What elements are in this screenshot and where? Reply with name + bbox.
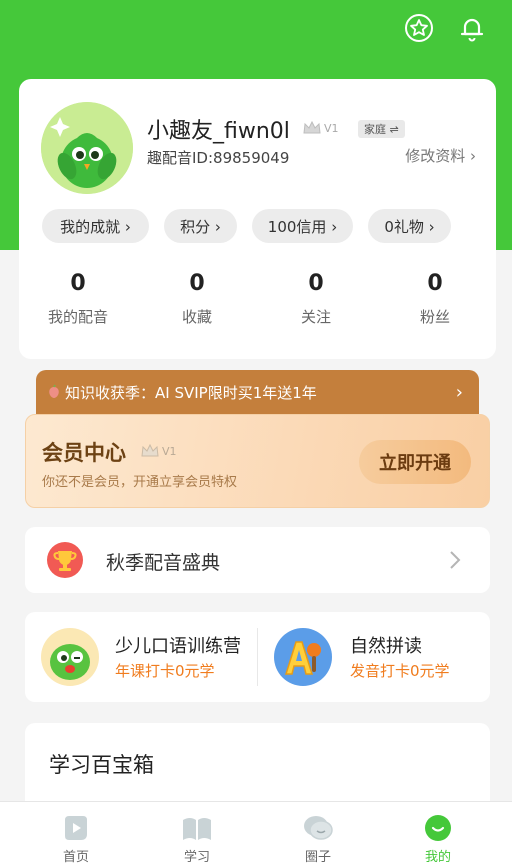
stat-label: 我的配音 — [47, 308, 108, 326]
toolbox-title: 学习百宝箱 — [49, 753, 154, 777]
stat-value: 0 — [189, 271, 205, 296]
family-switch[interactable]: 家庭 ⇌ — [358, 120, 405, 138]
stat-label: 收藏 — [181, 308, 212, 326]
chevron-right-icon — [450, 551, 461, 569]
nav-label: 我的 — [424, 850, 451, 865]
peach-icon — [49, 384, 59, 398]
stat-value: 0 — [427, 271, 443, 296]
course-title: 少儿口语训练营 — [115, 636, 241, 657]
nav-label: 首页 — [62, 850, 89, 865]
stat-label: 关注 — [300, 308, 331, 326]
member-vip-text: V1 — [162, 444, 177, 458]
course-kids-speaking[interactable]: 少儿口语训练营 年课打卡0元学 — [25, 612, 257, 702]
user-id: 趣配音ID:89859049 — [147, 149, 290, 167]
promo-banner[interactable]: 知识收获季：AI SVIP限时买1年送1年 › — [36, 370, 479, 414]
course-subtitle: 发音打卡0元学 — [350, 662, 450, 680]
credit-pill[interactable]: 100信用 › — [252, 209, 353, 243]
nav-label: 学习 — [183, 850, 210, 865]
member-subtitle: 你还不是会员，开通立享会员特权 — [42, 475, 238, 490]
trophy-icon — [47, 542, 83, 578]
notifications-button[interactable] — [456, 12, 488, 44]
member-title: 会员中心 — [42, 437, 126, 467]
courses-card: 少儿口语训练营 年课打卡0元学 自然拼读 发音打卡0元学 — [25, 612, 490, 702]
member-title-text: 会员中心 — [42, 441, 126, 465]
bell-icon — [460, 18, 484, 42]
bottom-navigation: 首页 学习 圈子 我的 — [0, 801, 512, 867]
letter-a-microphone-icon — [274, 628, 332, 686]
crown-icon — [303, 120, 321, 134]
chat-bubble-icon — [304, 816, 333, 840]
points-pill[interactable]: 积分 › — [164, 209, 237, 243]
edit-profile-link[interactable]: 修改资料 › — [405, 145, 476, 166]
nav-study[interactable]: 学习 — [167, 814, 227, 865]
nav-circle[interactable]: 圈子 — [288, 814, 348, 865]
stat-dubbing[interactable]: 0 我的配音 — [23, 271, 133, 327]
course-title: 自然拼读 — [350, 636, 422, 657]
play-icon — [65, 816, 87, 840]
bird-mascot-icon — [41, 628, 99, 686]
crown-icon — [141, 443, 159, 457]
course-phonics[interactable]: 自然拼读 发音打卡0元学 — [258, 612, 490, 702]
achievements-pill[interactable]: 我的成就 › — [42, 209, 149, 243]
open-membership-button[interactable]: 立即开通 — [359, 440, 471, 484]
vip-level-text: V1 — [324, 121, 339, 135]
nav-label: 圈子 — [304, 850, 331, 865]
star-icon — [405, 14, 433, 42]
festival-card[interactable]: 秋季配音盛典 — [25, 527, 490, 593]
bird-mascot-icon — [41, 102, 133, 194]
member-vip-badge: V1 — [140, 443, 177, 459]
member-center-card[interactable]: 会员中心 V1 你还不是会员，开通立享会员特权 立即开通 — [25, 414, 490, 508]
stat-value: 0 — [70, 271, 86, 296]
smile-face-icon — [425, 815, 451, 841]
nav-home[interactable]: 首页 — [46, 814, 106, 865]
stat-fans[interactable]: 0 粉丝 — [380, 271, 490, 327]
favorites-button[interactable] — [403, 12, 435, 44]
stat-favorites[interactable]: 0 收藏 — [142, 271, 252, 327]
username: 小趣友_fiwn0l — [147, 119, 290, 144]
promo-text: 知识收获季：AI SVIP限时买1年送1年 — [65, 383, 317, 402]
stat-value: 0 — [308, 271, 324, 296]
gifts-pill[interactable]: 0礼物 › — [368, 209, 451, 243]
nav-mine[interactable]: 我的 — [408, 814, 468, 865]
vip-level-badge[interactable]: V1 — [302, 119, 348, 137]
avatar[interactable] — [41, 102, 133, 194]
stat-following[interactable]: 0 关注 — [261, 271, 371, 327]
stat-label: 粉丝 — [419, 308, 450, 326]
chevron-right-icon: › — [455, 381, 463, 403]
festival-label: 秋季配音盛典 — [106, 552, 221, 574]
book-icon — [183, 818, 211, 840]
profile-card: 小趣友_fiwn0l V1 家庭 ⇌ 趣配音ID:89859049 修改资料 ›… — [19, 79, 496, 359]
course-subtitle: 年课打卡0元学 — [115, 662, 215, 680]
